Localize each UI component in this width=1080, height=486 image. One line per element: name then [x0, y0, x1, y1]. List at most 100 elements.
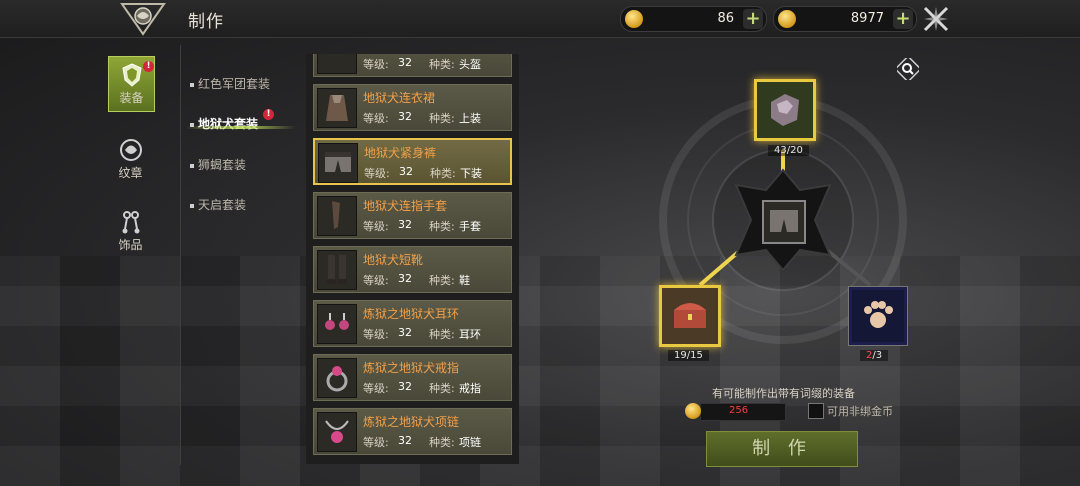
item-thumbnail-helmet: [317, 54, 357, 74]
bullet: [190, 203, 194, 208]
craft-note: 有可能制作出带有词缀的装备: [712, 387, 855, 400]
material-slot-right[interactable]: [849, 287, 907, 345]
item-name: 地狱犬连衣裙: [363, 91, 436, 105]
type-label: 种类:: [429, 112, 455, 125]
list-item[interactable]: 等级: 32 种类: 头盔: [313, 54, 512, 77]
craft-button[interactable]: 制 作: [706, 431, 858, 467]
list-item[interactable]: 炼狱之地狱犬戒指 等级: 32 种类: 戒指: [313, 354, 512, 401]
level-value: 32: [399, 165, 413, 178]
material-ore-icon: [757, 82, 813, 138]
subcategory-red-legion[interactable]: 红色军团套装: [190, 75, 270, 92]
craft-cost: 256: [685, 403, 786, 421]
gold-coin-icon: [685, 403, 701, 419]
page-title: 制作: [188, 12, 224, 32]
material-count: 2/3: [860, 350, 889, 361]
level-value: 32: [398, 218, 412, 231]
subcategory-cerberus[interactable]: 地狱犬套装: [190, 115, 258, 132]
alert-badge: !: [143, 61, 154, 72]
item-thumbnail-dress: [317, 88, 357, 128]
level-label: 等级:: [363, 328, 389, 341]
paw-print-icon: [852, 290, 904, 342]
item-name: 炼狱之地狱犬项链: [363, 415, 460, 429]
item-thumbnail-earring: [317, 304, 357, 344]
item-thumbnail-necklace: [317, 412, 357, 452]
bullet: [190, 82, 194, 87]
subcategory-manticore[interactable]: 狮蝎套装: [190, 156, 246, 173]
add-currency-button[interactable]: +: [893, 9, 913, 29]
level-label: 等级:: [363, 58, 389, 71]
tab-label: 装备: [119, 91, 144, 105]
level-value: 32: [398, 56, 412, 69]
list-item[interactable]: 炼狱之地狱犬耳环 等级: 32 种类: 耳环: [313, 300, 512, 347]
item-name: 炼狱之地狱犬戒指: [363, 361, 460, 375]
use-unbound-gold-checkbox[interactable]: [808, 403, 824, 419]
material-slot-top[interactable]: [754, 79, 816, 141]
type-label: 种类:: [429, 382, 455, 395]
item-thumbnail-pants: [318, 143, 358, 183]
material-count: 19/15: [668, 350, 709, 361]
list-item-selected[interactable]: 地狱犬紧身裤 等级: 32 种类: 下装: [313, 138, 512, 185]
type-value: 鞋: [459, 274, 470, 287]
item-thumbnail-boots: [317, 250, 357, 290]
type-value: 头盔: [459, 58, 481, 71]
tab-label: 饰品: [118, 238, 143, 252]
dragon-emblem-icon: [120, 3, 166, 36]
type-label: 种类:: [429, 436, 455, 449]
type-value: 耳环: [459, 328, 481, 341]
type-label: 种类:: [429, 328, 455, 341]
close-icon[interactable]: [922, 5, 950, 33]
subcategory-label: 天启套装: [198, 198, 247, 212]
craft-cost-value: 256: [729, 405, 749, 416]
tab-label: 纹章: [118, 166, 143, 180]
material-chest-icon: [662, 288, 718, 344]
item-name: 地狱犬紧身裤: [364, 146, 437, 160]
tab-equipment[interactable]: 装备 !: [108, 56, 155, 112]
level-label: 等级:: [363, 436, 389, 449]
subcategory-label: 狮蝎套装: [198, 158, 247, 172]
type-value: 上装: [459, 112, 481, 125]
item-thumbnail-pants: [764, 202, 804, 242]
type-value: 下装: [460, 167, 482, 180]
material-count: 43/20: [768, 145, 809, 156]
gold-coin-icon: [625, 10, 643, 28]
subcategory-apocalypse[interactable]: 天启套装: [190, 196, 246, 213]
material-need: /3: [872, 350, 883, 361]
armor-icon: [121, 63, 142, 87]
list-item[interactable]: 地狱犬短靴 等级: 32 种类: 鞋: [313, 246, 512, 293]
material-slot-left[interactable]: [659, 285, 721, 347]
level-label: 等级:: [363, 382, 389, 395]
currency-value: 8977: [850, 11, 884, 26]
currency-gold-bound: 86 +: [620, 6, 767, 32]
level-value: 32: [398, 272, 412, 285]
add-currency-button[interactable]: +: [743, 9, 763, 29]
type-label: 种类:: [430, 167, 456, 180]
alert-badge: !: [263, 109, 274, 120]
type-label: 种类:: [429, 274, 455, 287]
list-item[interactable]: 地狱犬连衣裙 等级: 32 种类: 上装: [313, 84, 512, 131]
type-label: 种类:: [429, 220, 455, 233]
checkbox-label: 可用非绑金币: [827, 405, 893, 418]
type-label: 种类:: [429, 58, 455, 71]
item-name: 地狱犬连指手套: [363, 199, 448, 213]
type-value: 手套: [459, 220, 481, 233]
level-value: 32: [398, 110, 412, 123]
gold-coin-icon: [778, 10, 796, 28]
tab-emblem[interactable]: 纹章: [108, 132, 153, 186]
type-value: 戒指: [459, 382, 481, 395]
level-label: 等级:: [363, 220, 389, 233]
currency-gold: 8977 +: [773, 6, 917, 32]
level-label: 等级:: [363, 274, 389, 287]
item-thumbnail-ring: [317, 358, 357, 398]
result-item-slot[interactable]: [762, 200, 806, 244]
tab-accessory[interactable]: 饰品: [108, 204, 153, 258]
earring-icon: [122, 211, 139, 234]
item-list[interactable]: 等级: 32 种类: 头盔 地狱犬连衣裙 等级: 32 种类: 上装 地狱犬紧身…: [306, 54, 519, 464]
currency-value: 86: [717, 11, 734, 26]
item-name: 地狱犬短靴: [363, 253, 424, 267]
emblem-icon: [119, 139, 142, 161]
level-label: 等级:: [364, 167, 390, 180]
list-item[interactable]: 炼狱之地狱犬项链 等级: 32 种类: 项链: [313, 408, 512, 455]
item-name: 炼狱之地狱犬耳环: [363, 307, 460, 321]
list-item[interactable]: 地狱犬连指手套 等级: 32 种类: 手套: [313, 192, 512, 239]
level-label: 等级:: [363, 112, 389, 125]
